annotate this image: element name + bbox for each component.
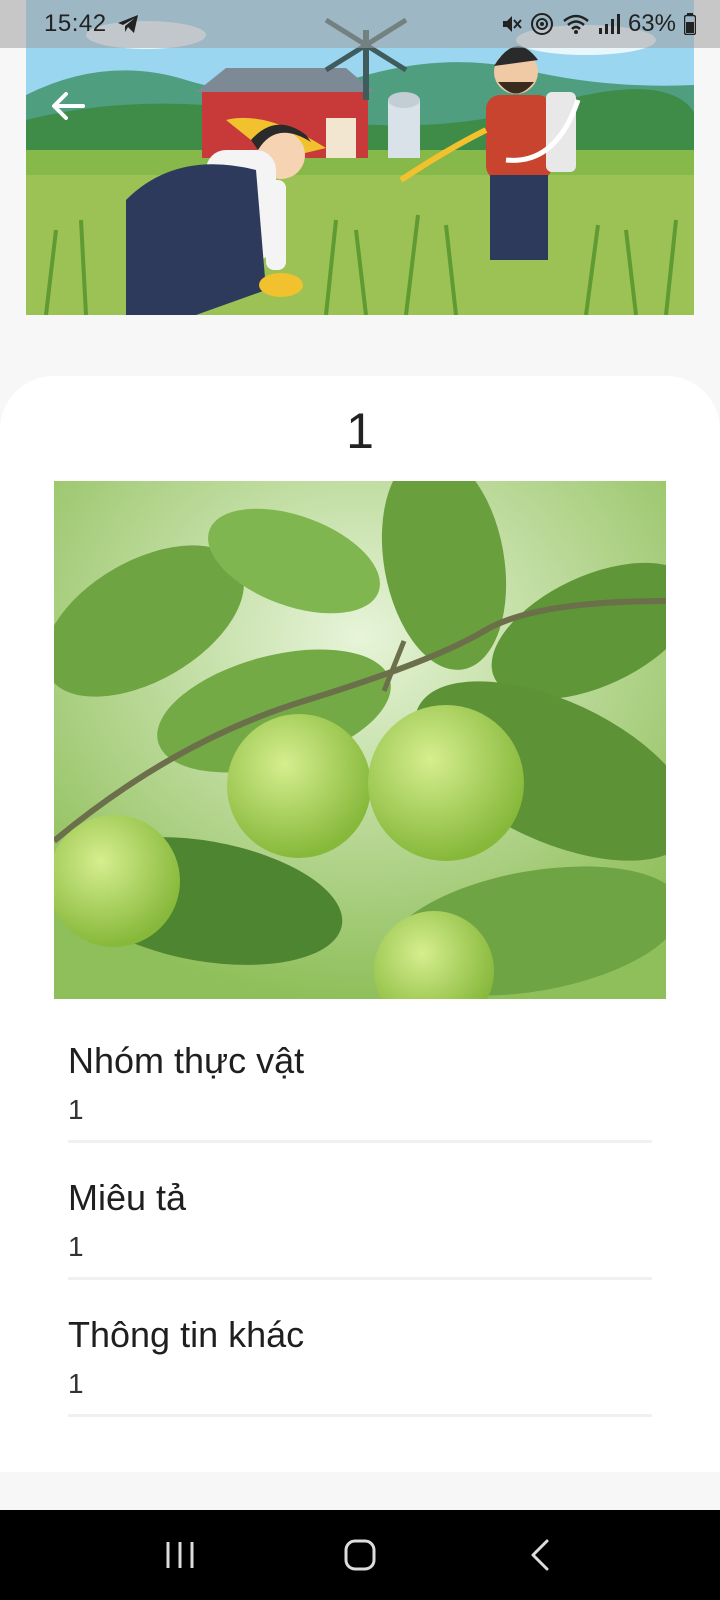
telegram-icon xyxy=(117,14,139,34)
info-value: 1 xyxy=(68,1368,84,1399)
info-label: Miêu tả xyxy=(68,1177,187,1218)
plant-image xyxy=(54,481,666,999)
system-back-button[interactable] xyxy=(505,1520,575,1590)
arrow-left-icon xyxy=(52,92,85,120)
status-time: 15:42 xyxy=(44,10,107,37)
back-icon xyxy=(531,1539,549,1571)
back-button[interactable] xyxy=(46,84,90,128)
info-row-plant-group: Nhóm thực vật 1 xyxy=(68,1006,652,1143)
info-row-description: Miêu tả 1 xyxy=(68,1143,652,1280)
info-list: Nhóm thực vật 1 Miêu tả 1 Thông tin khác… xyxy=(68,1006,652,1417)
system-nav-bar xyxy=(0,1510,720,1600)
home-button[interactable] xyxy=(325,1520,395,1590)
battery-icon xyxy=(684,13,696,35)
info-value: 1 xyxy=(68,1231,84,1262)
info-label: Nhóm thực vật xyxy=(68,1040,305,1081)
signal-icon xyxy=(598,14,620,34)
battery-percent: 63% xyxy=(627,10,676,37)
status-bar: 15:42 63% xyxy=(0,0,720,48)
wifi-icon xyxy=(562,13,590,35)
page-title: 1 xyxy=(346,403,374,459)
info-label: Thông tin khác xyxy=(68,1314,305,1355)
recent-apps-button[interactable] xyxy=(145,1520,215,1590)
info-row-other-info: Thông tin khác 1 xyxy=(68,1280,652,1417)
mute-icon xyxy=(500,13,522,35)
recent-apps-icon xyxy=(166,1542,194,1568)
info-value: 1 xyxy=(68,1094,84,1125)
home-icon xyxy=(344,1539,376,1571)
detail-card: 1 Nhóm thực vật 1 Miêu tả 1 Thông tin kh… xyxy=(0,376,720,1472)
hotspot-icon xyxy=(530,12,554,36)
